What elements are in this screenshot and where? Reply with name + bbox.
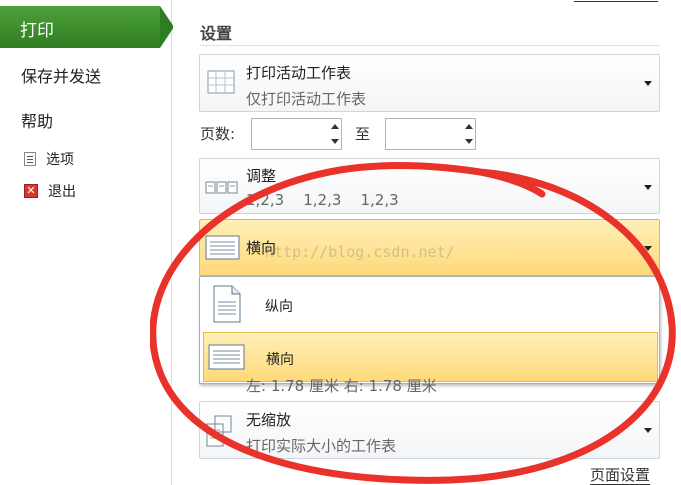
portrait-page-icon: [213, 285, 241, 323]
top-link-underline: [574, 0, 658, 2]
pages-to-label: 至: [355, 125, 371, 143]
portrait-label: 纵向: [265, 299, 293, 315]
spin-up-icon[interactable]: [331, 124, 339, 129]
dropdown-arrow-icon: [644, 81, 652, 86]
backstage-nav: 打印 保存并发送 帮助 选项 ✕ 退出: [0, 0, 174, 485]
orientation-option-portrait[interactable]: 纵向: [203, 280, 658, 330]
spin-down-icon[interactable]: [465, 139, 473, 144]
nav-print-label: 打印: [20, 21, 54, 41]
dropdown-arrow-icon: [644, 185, 652, 190]
nav-item-options[interactable]: 选项: [24, 149, 74, 169]
page-setup-link[interactable]: 页面设置: [590, 467, 651, 485]
watermark-text: http://blog.csdn.net/: [265, 243, 455, 261]
dropdown-arrow-icon: [644, 246, 652, 251]
spin-down-icon[interactable]: [331, 139, 339, 144]
collate-subtitle: 1,2,3 1,2,3 1,2,3: [246, 191, 399, 209]
nav-exit-label: 退出: [48, 184, 76, 200]
pages-to-stepper[interactable]: [385, 118, 476, 150]
settings-heading: 设置: [200, 24, 233, 43]
nav-item-save-send[interactable]: 保存并发送: [21, 63, 101, 87]
scaling-dropdown[interactable]: 无缩放 打印实际大小的工作表: [199, 401, 660, 459]
collate-title: 调整: [246, 167, 277, 185]
landscape-page-icon: [205, 235, 240, 260]
nav-item-print[interactable]: 打印: [0, 6, 174, 48]
pages-label: 页数:: [200, 125, 236, 143]
nav-item-exit[interactable]: ✕ 退出: [24, 181, 76, 201]
landscape-label: 横向: [266, 352, 294, 368]
collate-icon: [205, 181, 238, 194]
dropdown-arrow-icon: [644, 428, 652, 433]
margins-summary: 左: 1.78 厘米 右: 1.78 厘米: [246, 377, 437, 395]
scaling-subtitle: 打印实际大小的工作表: [246, 437, 397, 455]
print-what-dropdown[interactable]: 打印活动工作表 仅打印活动工作表: [199, 54, 660, 112]
orientation-menu: 纵向 横向: [199, 276, 660, 384]
collate-dropdown[interactable]: 调整 1,2,3 1,2,3 1,2,3: [199, 158, 660, 214]
scaling-title: 无缩放: [246, 411, 292, 429]
exit-icon: ✕: [24, 184, 38, 198]
print-what-subtitle: 仅打印活动工作表: [246, 90, 367, 108]
sheet-icon: [207, 70, 235, 94]
spin-up-icon[interactable]: [465, 124, 473, 129]
heading-divider: [200, 45, 660, 46]
print-what-title: 打印活动工作表: [246, 64, 352, 82]
nav-item-help[interactable]: 帮助: [21, 108, 53, 132]
scaling-icon: [206, 415, 232, 447]
pages-from-stepper[interactable]: [251, 118, 342, 150]
landscape-page-icon: [208, 344, 245, 370]
nav-options-label: 选项: [46, 152, 74, 168]
options-icon: [24, 152, 36, 166]
